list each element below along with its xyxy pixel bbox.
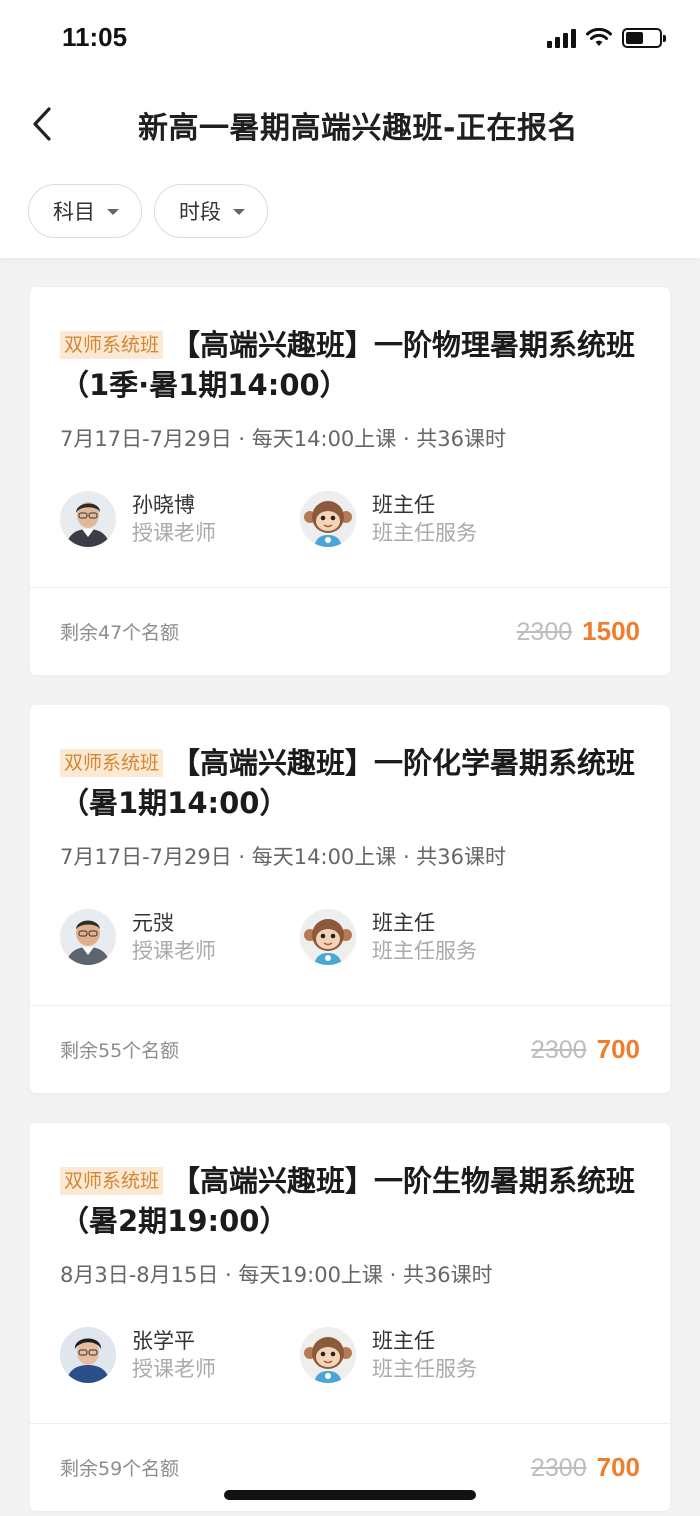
price-box: 2300 700 bbox=[531, 1452, 640, 1483]
teacher-role: 授课老师 bbox=[132, 939, 216, 963]
course-list: 双师系统班 【高端兴趣班】一阶物理暑期系统班（1季·暑1期14:00） 7月17日… bbox=[30, 287, 670, 1516]
current-price: 700 bbox=[596, 1034, 640, 1064]
teacher-info: 元弢 授课老师 bbox=[60, 909, 300, 965]
teacher-info: 张学平 授课老师 bbox=[60, 1327, 300, 1383]
course-tag: 双师系统班 bbox=[60, 749, 164, 777]
home-indicator[interactable] bbox=[224, 1490, 476, 1500]
caret-down-icon bbox=[107, 209, 119, 215]
course-schedule: 8月3日-8月15日 · 每天19:00上课 · 共36课时 bbox=[60, 1263, 493, 1287]
current-price: 700 bbox=[596, 1452, 640, 1482]
subject-filter-button[interactable]: 科目 bbox=[28, 184, 142, 238]
teacher-role: 授课老师 bbox=[132, 1357, 216, 1381]
course-card[interactable]: 双师系统班 【高端兴趣班】一阶化学暑期系统班（暑1期14:00） 7月17日-7月… bbox=[30, 705, 670, 1093]
monkey-avatar-icon bbox=[300, 909, 356, 965]
signal-icon bbox=[547, 28, 576, 48]
time-filter-button[interactable]: 时段 bbox=[154, 184, 268, 238]
original-price: 2300 bbox=[516, 618, 573, 646]
assistant-name: 班主任 bbox=[372, 1329, 435, 1353]
course-title: 双师系统班 【高端兴趣班】一阶物理暑期系统班（1季·暑1期14:00） bbox=[60, 325, 650, 405]
teacher-role: 授课老师 bbox=[132, 521, 216, 545]
subject-filter-label: 科目 bbox=[53, 200, 95, 224]
course-tag: 双师系统班 bbox=[60, 1167, 164, 1195]
status-time: 11:05 bbox=[62, 22, 128, 52]
card-footer: 剩余55个名额 2300 700 bbox=[30, 1005, 670, 1093]
teacher-avatar bbox=[60, 909, 116, 965]
course-tag: 双师系统班 bbox=[60, 331, 164, 359]
teacher-row: 张学平 授课老师 班主任 班主任服务 bbox=[60, 1327, 540, 1383]
time-filter-label: 时段 bbox=[179, 200, 221, 224]
assistant-info: 班主任 班主任服务 bbox=[300, 491, 540, 547]
wifi-icon bbox=[586, 28, 612, 46]
teacher-name: 孙晓博 bbox=[132, 493, 195, 517]
assistant-name: 班主任 bbox=[372, 493, 435, 517]
course-card[interactable]: 双师系统班 【高端兴趣班】一阶物理暑期系统班（1季·暑1期14:00） 7月17日… bbox=[30, 287, 670, 675]
page-title: 新高一暑期高端兴趣班-正在报名 bbox=[138, 111, 578, 146]
teacher-avatar bbox=[60, 491, 116, 547]
assistant-info: 班主任 班主任服务 bbox=[300, 1327, 540, 1383]
filter-bar: 科目 时段 bbox=[28, 184, 268, 238]
price-box: 2300 700 bbox=[531, 1034, 640, 1065]
teacher-name: 元弢 bbox=[132, 911, 174, 935]
monkey-avatar-icon bbox=[300, 1327, 356, 1383]
remaining-seats: 剩余47个名额 bbox=[60, 622, 180, 644]
price-box: 2300 1500 bbox=[517, 616, 640, 647]
caret-down-icon bbox=[233, 209, 245, 215]
original-price: 2300 bbox=[530, 1454, 587, 1482]
assistant-role: 班主任服务 bbox=[372, 939, 477, 963]
card-footer: 剩余47个名额 2300 1500 bbox=[30, 587, 670, 675]
teacher-row: 元弢 授课老师 班主任 班主任服务 bbox=[60, 909, 540, 965]
course-title: 双师系统班 【高端兴趣班】一阶化学暑期系统班（暑1期14:00） bbox=[60, 743, 650, 823]
teacher-avatar bbox=[60, 1327, 116, 1383]
header-panel: 11:05 新高一暑期高端兴趣班-正在报名 科目 时段 bbox=[0, 0, 700, 258]
assistant-role: 班主任服务 bbox=[372, 521, 477, 545]
monkey-avatar-icon bbox=[300, 491, 356, 547]
course-card[interactable]: 双师系统班 【高端兴趣班】一阶生物暑期系统班（暑2期19:00） 8月3日-8月1… bbox=[30, 1123, 670, 1511]
teacher-name: 张学平 bbox=[132, 1329, 195, 1353]
teacher-row: 孙晓博 授课老师 班主任 班主任服务 bbox=[60, 491, 540, 547]
remaining-seats: 剩余59个名额 bbox=[60, 1458, 180, 1480]
original-price: 2300 bbox=[530, 1036, 587, 1064]
course-schedule: 7月17日-7月29日 · 每天14:00上课 · 共36课时 bbox=[60, 845, 507, 869]
teacher-info: 孙晓博 授课老师 bbox=[60, 491, 300, 547]
assistant-info: 班主任 班主任服务 bbox=[300, 909, 540, 965]
remaining-seats: 剩余55个名额 bbox=[60, 1040, 180, 1062]
current-price: 1500 bbox=[582, 616, 640, 646]
status-icons bbox=[547, 26, 666, 50]
assistant-name: 班主任 bbox=[372, 911, 435, 935]
course-schedule: 7月17日-7月29日 · 每天14:00上课 · 共36课时 bbox=[60, 427, 507, 451]
course-title: 双师系统班 【高端兴趣班】一阶生物暑期系统班（暑2期19:00） bbox=[60, 1161, 650, 1241]
battery-icon bbox=[622, 28, 666, 48]
assistant-role: 班主任服务 bbox=[372, 1357, 477, 1381]
